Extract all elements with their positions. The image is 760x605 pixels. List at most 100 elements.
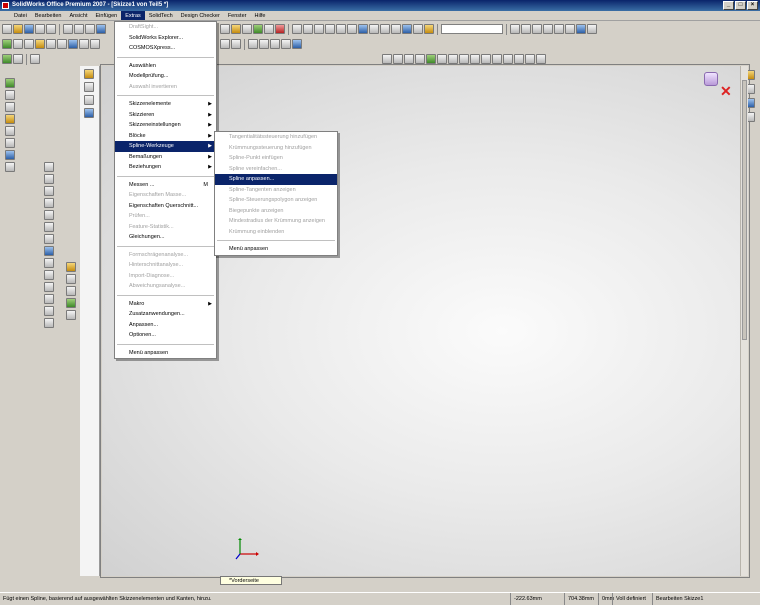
menu-datei[interactable]: Datei [10,11,31,20]
menu-item[interactable]: Bemaßungen ▶ [115,152,216,163]
trim-tool-icon[interactable] [44,282,54,292]
equal-relation-icon[interactable] [459,54,469,64]
grid-icon[interactable] [220,24,230,34]
tool-icon[interactable] [5,114,15,124]
tangent-relation-icon[interactable] [426,54,436,64]
view-tab[interactable]: *Vorderseite [220,576,282,585]
menu-item[interactable]: Gleichungen... [115,232,216,243]
sweep-icon[interactable] [24,39,34,49]
menu-item[interactable]: Zusatzanwendungen... [115,309,216,320]
zoom-in-out-icon[interactable] [314,24,324,34]
spline-tool-icon[interactable] [44,210,54,220]
menu-item[interactable]: Makro ▶ [115,299,216,310]
front-view-icon[interactable] [510,24,520,34]
pan-icon[interactable] [347,24,357,34]
circle-tool-icon[interactable] [44,186,54,196]
fillet-icon[interactable] [46,39,56,49]
tool-icon[interactable] [5,90,15,100]
dimension-icon[interactable] [30,54,40,64]
menu-item[interactable]: Skizzenelemente ▶ [115,99,216,110]
line-icon[interactable] [242,24,252,34]
zoom-fit-icon[interactable] [292,24,302,34]
shaded-icon[interactable] [391,24,401,34]
sketch-grid-icon[interactable] [220,39,230,49]
undo-icon[interactable] [96,24,106,34]
tree-node-icon[interactable] [84,82,94,92]
normal-to-icon[interactable] [587,24,597,34]
right-view-icon[interactable] [543,24,553,34]
menu-bearbeiten[interactable]: Bearbeiten [31,11,66,20]
tool-icon[interactable] [66,286,76,296]
collinear-relation-icon[interactable] [503,54,513,64]
hidden-lines-icon[interactable] [380,24,390,34]
smart-dimension-icon[interactable] [253,24,263,34]
menu-item[interactable]: Anpassen... [115,320,216,331]
offset-tool-icon[interactable] [44,270,54,280]
minimize-button[interactable]: _ [723,1,734,10]
menu-item[interactable]: SolidWorks Explorer... [115,33,216,44]
back-view-icon[interactable] [521,24,531,34]
view-orientation-icon[interactable] [358,24,368,34]
perpendicular-relation-icon[interactable] [448,54,458,64]
menu-item[interactable]: Optionen... [115,330,216,341]
menu-ansicht[interactable]: Ansicht [65,11,91,20]
vertical-relation-icon[interactable] [393,54,403,64]
menu-solidtech[interactable]: SolidTech [145,11,177,20]
shell-icon[interactable] [68,39,78,49]
menu-fenster[interactable]: Fenster [224,11,251,20]
midpoint-relation-icon[interactable] [415,54,425,64]
shaded-edges-icon[interactable] [402,24,412,34]
show-icon[interactable] [281,39,291,49]
plane-icon[interactable] [292,39,302,49]
merge-relation-icon[interactable] [514,54,524,64]
configuration-dropdown[interactable] [441,24,503,34]
tree-node-icon[interactable] [84,95,94,105]
sketch-icon[interactable] [231,24,241,34]
wireframe-icon[interactable] [369,24,379,34]
menu-item[interactable]: Spline-Werkzeuge ▶ [115,141,216,152]
exit-sketch-icon[interactable] [704,72,718,86]
tool-icon[interactable] [66,310,76,320]
coincident-relation-icon[interactable] [404,54,414,64]
bottom-view-icon[interactable] [565,24,575,34]
sketch-mode-icon[interactable] [2,54,12,64]
symmetric-relation-icon[interactable] [470,54,480,64]
fillet-tool-icon[interactable] [44,258,54,268]
tool-icon[interactable] [66,298,76,308]
menu-item[interactable]: Skizzieren ▶ [115,110,216,121]
tool-icon[interactable] [5,138,15,148]
menu-item[interactable]: COSMOSXpress... [115,43,216,54]
zoom-area-icon[interactable] [303,24,313,34]
top-view-icon[interactable] [554,24,564,34]
mirror-tool-icon[interactable] [44,306,54,316]
copy-icon[interactable] [74,24,84,34]
paste-icon[interactable] [85,24,95,34]
tool-icon[interactable] [5,162,15,172]
relations-icon[interactable] [264,24,274,34]
menu-item[interactable]: Eigenschaften Querschnitt... [115,201,216,212]
sketch-3d-icon[interactable] [13,54,23,64]
new-file-icon[interactable] [2,24,12,34]
open-file-icon[interactable] [13,24,23,34]
cancel-sketch-icon[interactable]: ✕ [720,84,734,98]
fix-relation-icon[interactable] [481,54,491,64]
revolve-icon[interactable] [13,39,23,49]
loft-icon[interactable] [35,39,45,49]
menu-einfuegen[interactable]: Einfügen [92,11,122,20]
menu-item[interactable]: Auswählen [115,61,216,72]
cut-icon[interactable] [63,24,73,34]
parallel-relation-icon[interactable] [437,54,447,64]
menu-item[interactable]: Beziehungen ▶ [115,162,216,173]
pierce-relation-icon[interactable] [525,54,535,64]
intersection-relation-icon[interactable] [536,54,546,64]
hide-icon[interactable] [270,39,280,49]
extrude-icon[interactable] [2,39,12,49]
part-icon[interactable] [84,69,94,79]
extend-tool-icon[interactable] [44,294,54,304]
tool-icon[interactable] [66,274,76,284]
pattern-tool-icon[interactable] [44,318,54,328]
save-icon[interactable] [24,24,34,34]
print-preview-icon[interactable] [46,24,56,34]
isometric-view-icon[interactable] [576,24,586,34]
record-icon[interactable] [275,24,285,34]
